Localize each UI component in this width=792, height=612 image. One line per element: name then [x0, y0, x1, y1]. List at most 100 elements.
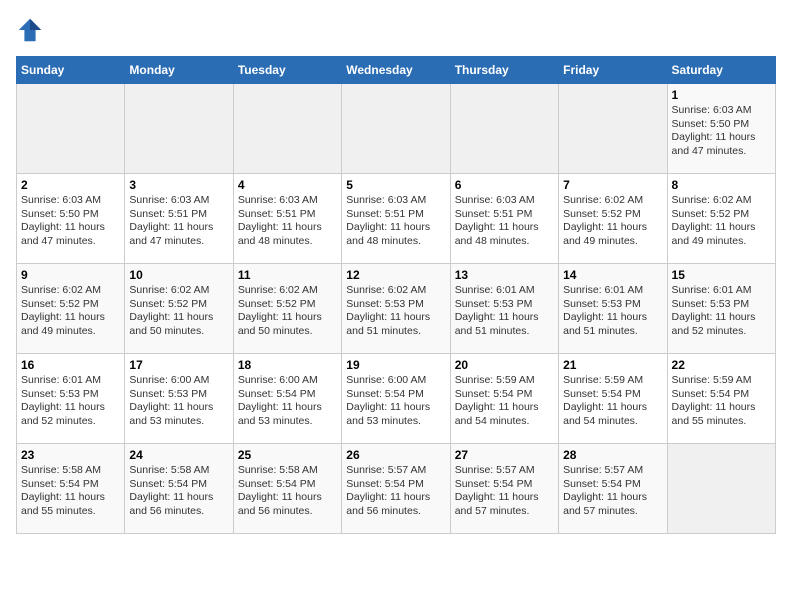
day-info: Sunrise: 6:03 AM Sunset: 5:51 PM Dayligh… — [129, 194, 228, 249]
day-info: Sunrise: 6:01 AM Sunset: 5:53 PM Dayligh… — [563, 284, 662, 339]
day-number: 18 — [238, 358, 337, 372]
day-number: 28 — [563, 448, 662, 462]
day-info: Sunrise: 5:57 AM Sunset: 5:54 PM Dayligh… — [563, 464, 662, 519]
day-number: 23 — [21, 448, 120, 462]
day-info: Sunrise: 6:00 AM Sunset: 5:53 PM Dayligh… — [129, 374, 228, 429]
day-info: Sunrise: 6:03 AM Sunset: 5:51 PM Dayligh… — [455, 194, 554, 249]
calendar-day-cell: 4 Sunrise: 6:03 AM Sunset: 5:51 PM Daylig… — [233, 174, 341, 264]
day-of-week-header: Saturday — [667, 57, 775, 84]
day-number: 15 — [672, 268, 771, 282]
day-number: 3 — [129, 178, 228, 192]
day-number: 11 — [238, 268, 337, 282]
calendar-day-cell: 16 Sunrise: 6:01 AM Sunset: 5:53 PM Dayli… — [17, 354, 125, 444]
day-number: 9 — [21, 268, 120, 282]
calendar-day-cell: 2 Sunrise: 6:03 AM Sunset: 5:50 PM Daylig… — [17, 174, 125, 264]
calendar-day-cell: 23 Sunrise: 5:58 AM Sunset: 5:54 PM Dayli… — [17, 444, 125, 534]
day-of-week-header: Tuesday — [233, 57, 341, 84]
day-info: Sunrise: 6:01 AM Sunset: 5:53 PM Dayligh… — [672, 284, 771, 339]
day-number: 21 — [563, 358, 662, 372]
day-info: Sunrise: 6:02 AM Sunset: 5:52 PM Dayligh… — [672, 194, 771, 249]
day-info: Sunrise: 5:59 AM Sunset: 5:54 PM Dayligh… — [455, 374, 554, 429]
day-number: 8 — [672, 178, 771, 192]
day-info: Sunrise: 5:58 AM Sunset: 5:54 PM Dayligh… — [129, 464, 228, 519]
day-number: 16 — [21, 358, 120, 372]
day-info: Sunrise: 6:02 AM Sunset: 5:52 PM Dayligh… — [129, 284, 228, 339]
calendar-day-cell: 26Sunrise: 5:57 AM Sunset: 5:54 PM Dayli… — [342, 444, 450, 534]
calendar-day-cell: 6 Sunrise: 6:03 AM Sunset: 5:51 PM Daylig… — [450, 174, 558, 264]
day-number: 2 — [21, 178, 120, 192]
calendar-day-cell: 5 Sunrise: 6:03 AM Sunset: 5:51 PM Daylig… — [342, 174, 450, 264]
page-header — [16, 16, 776, 44]
day-info: Sunrise: 6:02 AM Sunset: 5:53 PM Dayligh… — [346, 284, 445, 339]
day-of-week-header: Wednesday — [342, 57, 450, 84]
day-number: 17 — [129, 358, 228, 372]
calendar-day-cell: 19 Sunrise: 6:00 AM Sunset: 5:54 PM Dayli… — [342, 354, 450, 444]
day-number: 26 — [346, 448, 445, 462]
calendar-week-row: 9 Sunrise: 6:02 AM Sunset: 5:52 PM Daylig… — [17, 264, 776, 354]
calendar-day-cell — [667, 444, 775, 534]
day-of-week-header: Monday — [125, 57, 233, 84]
day-number: 12 — [346, 268, 445, 282]
day-number: 20 — [455, 358, 554, 372]
day-number: 7 — [563, 178, 662, 192]
calendar-day-cell: 14 Sunrise: 6:01 AM Sunset: 5:53 PM Dayli… — [559, 264, 667, 354]
day-info: Sunrise: 6:02 AM Sunset: 5:52 PM Dayligh… — [563, 194, 662, 249]
day-number: 24 — [129, 448, 228, 462]
calendar-week-row: 23 Sunrise: 5:58 AM Sunset: 5:54 PM Dayli… — [17, 444, 776, 534]
day-number: 6 — [455, 178, 554, 192]
day-info: Sunrise: 6:00 AM Sunset: 5:54 PM Dayligh… — [238, 374, 337, 429]
day-info: Sunrise: 5:59 AM Sunset: 5:54 PM Dayligh… — [672, 374, 771, 429]
calendar-day-cell — [450, 84, 558, 174]
calendar-day-cell: 22 Sunrise: 5:59 AM Sunset: 5:54 PM Dayli… — [667, 354, 775, 444]
day-info: Sunrise: 5:59 AM Sunset: 5:54 PM Dayligh… — [563, 374, 662, 429]
day-number: 22 — [672, 358, 771, 372]
day-number: 25 — [238, 448, 337, 462]
calendar-day-cell: 10 Sunrise: 6:02 AM Sunset: 5:52 PM Dayli… — [125, 264, 233, 354]
calendar-day-cell — [233, 84, 341, 174]
logo-icon — [16, 16, 44, 44]
calendar-day-cell: 3 Sunrise: 6:03 AM Sunset: 5:51 PM Daylig… — [125, 174, 233, 264]
day-info: Sunrise: 6:02 AM Sunset: 5:52 PM Dayligh… — [21, 284, 120, 339]
day-info: Sunrise: 6:03 AM Sunset: 5:50 PM Dayligh… — [21, 194, 120, 249]
calendar-week-row: 2 Sunrise: 6:03 AM Sunset: 5:50 PM Daylig… — [17, 174, 776, 264]
calendar-day-cell: 15 Sunrise: 6:01 AM Sunset: 5:53 PM Dayli… — [667, 264, 775, 354]
calendar-week-row: 16 Sunrise: 6:01 AM Sunset: 5:53 PM Dayli… — [17, 354, 776, 444]
calendar-day-cell: 17 Sunrise: 6:00 AM Sunset: 5:53 PM Dayli… — [125, 354, 233, 444]
day-info: Sunrise: 6:03 AM Sunset: 5:50 PM Dayligh… — [672, 104, 771, 159]
day-number: 19 — [346, 358, 445, 372]
calendar-table: SundayMondayTuesdayWednesdayThursdayFrid… — [16, 56, 776, 534]
day-number: 13 — [455, 268, 554, 282]
day-of-week-header: Friday — [559, 57, 667, 84]
calendar-day-cell: 18 Sunrise: 6:00 AM Sunset: 5:54 PM Dayli… — [233, 354, 341, 444]
day-info: Sunrise: 6:02 AM Sunset: 5:52 PM Dayligh… — [238, 284, 337, 339]
calendar-day-cell: 13 Sunrise: 6:01 AM Sunset: 5:53 PM Dayli… — [450, 264, 558, 354]
calendar-day-cell: 9 Sunrise: 6:02 AM Sunset: 5:52 PM Daylig… — [17, 264, 125, 354]
calendar-day-cell: 8 Sunrise: 6:02 AM Sunset: 5:52 PM Daylig… — [667, 174, 775, 264]
day-number: 5 — [346, 178, 445, 192]
day-number: 10 — [129, 268, 228, 282]
day-number: 4 — [238, 178, 337, 192]
calendar-day-cell — [125, 84, 233, 174]
calendar-day-cell: 24 Sunrise: 5:58 AM Sunset: 5:54 PM Dayli… — [125, 444, 233, 534]
calendar-header-row: SundayMondayTuesdayWednesdayThursdayFrid… — [17, 57, 776, 84]
day-info: Sunrise: 5:58 AM Sunset: 5:54 PM Dayligh… — [21, 464, 120, 519]
day-info: Sunrise: 6:00 AM Sunset: 5:54 PM Dayligh… — [346, 374, 445, 429]
calendar-day-cell: 28 Sunrise: 5:57 AM Sunset: 5:54 PM Dayli… — [559, 444, 667, 534]
calendar-day-cell: 7 Sunrise: 6:02 AM Sunset: 5:52 PM Daylig… — [559, 174, 667, 264]
day-number: 1 — [672, 88, 771, 102]
day-info: Sunrise: 6:03 AM Sunset: 5:51 PM Dayligh… — [346, 194, 445, 249]
day-info: Sunrise: 6:03 AM Sunset: 5:51 PM Dayligh… — [238, 194, 337, 249]
calendar-day-cell — [342, 84, 450, 174]
day-info: Sunrise: 6:01 AM Sunset: 5:53 PM Dayligh… — [21, 374, 120, 429]
day-info: Sunrise: 6:01 AM Sunset: 5:53 PM Dayligh… — [455, 284, 554, 339]
calendar-day-cell: 25Sunrise: 5:58 AM Sunset: 5:54 PM Dayli… — [233, 444, 341, 534]
calendar-day-cell: 27Sunrise: 5:57 AM Sunset: 5:54 PM Dayli… — [450, 444, 558, 534]
day-info: Sunrise: 5:57 AM Sunset: 5:54 PM Dayligh… — [455, 464, 554, 519]
calendar-day-cell — [17, 84, 125, 174]
calendar-day-cell: 21 Sunrise: 5:59 AM Sunset: 5:54 PM Dayli… — [559, 354, 667, 444]
calendar-day-cell: 12 Sunrise: 6:02 AM Sunset: 5:53 PM Dayli… — [342, 264, 450, 354]
day-number: 14 — [563, 268, 662, 282]
calendar-week-row: 1 Sunrise: 6:03 AM Sunset: 5:50 PM Daylig… — [17, 84, 776, 174]
day-of-week-header: Thursday — [450, 57, 558, 84]
logo — [16, 16, 48, 44]
